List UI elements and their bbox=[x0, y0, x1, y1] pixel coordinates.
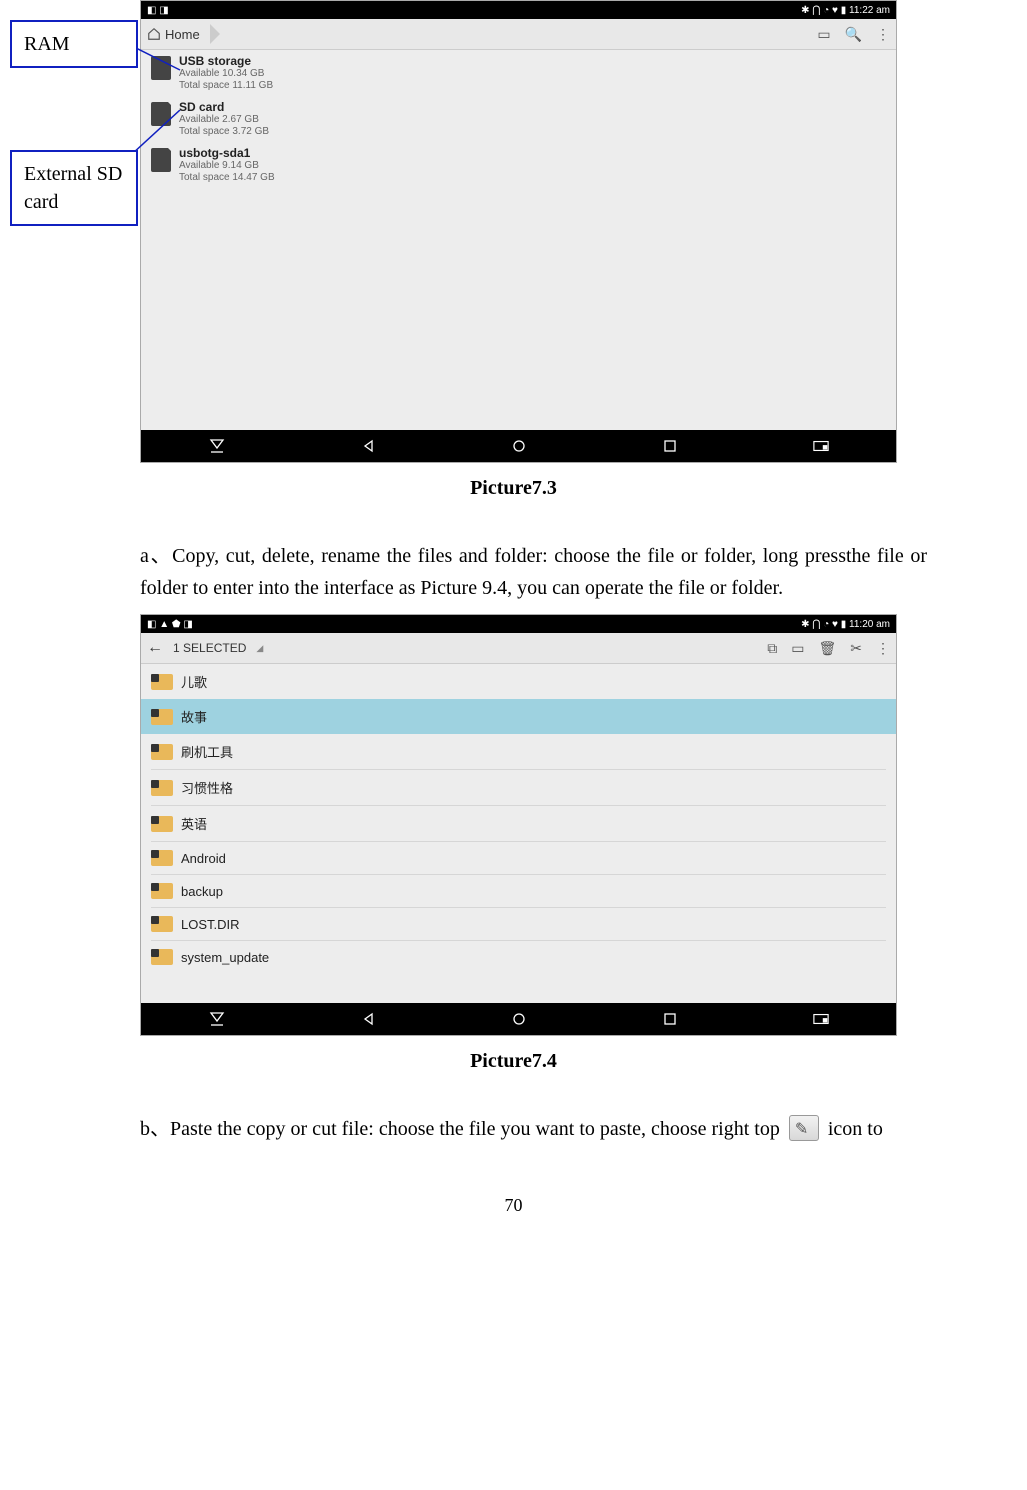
storage-list: USB storage Available 10.34 GB Total spa… bbox=[141, 50, 896, 430]
dropdown-icon[interactable]: ◢ bbox=[256, 643, 263, 654]
paragraph-a: a、Copy, cut, delete, rename the files an… bbox=[140, 540, 927, 604]
folder-icon bbox=[151, 709, 173, 725]
chevron-right-icon bbox=[204, 24, 220, 44]
folder-icon bbox=[151, 674, 173, 690]
search-icon[interactable]: 🔍 bbox=[845, 26, 862, 43]
copy-icon[interactable]: ⧉ bbox=[767, 640, 777, 657]
folder-row[interactable]: LOST.DIR bbox=[141, 908, 896, 940]
folder-row[interactable]: 儿歌 bbox=[141, 664, 896, 699]
figure-caption-1: Picture7.3 bbox=[0, 477, 1027, 500]
more-icon[interactable]: ⋮ bbox=[876, 640, 890, 657]
nav-screenshot-icon[interactable] bbox=[813, 1011, 829, 1027]
nav-collapse-icon[interactable] bbox=[209, 1011, 225, 1027]
layout-icon[interactable]: ▭ bbox=[817, 26, 830, 43]
storage-item-usbotg[interactable]: usbotg-sda1 Available 9.14 GB Total spac… bbox=[141, 142, 896, 188]
paragraph-b-pre: b、Paste the copy or cut file: choose the… bbox=[140, 1118, 785, 1140]
status-bar: ◧ ◨ ✱ ⋂ ◔ ♥ ▮ 11:22 am bbox=[141, 1, 896, 19]
folder-name: 英语 bbox=[181, 814, 207, 833]
folder-row[interactable]: 故事 bbox=[141, 699, 896, 734]
folder-name: Android bbox=[181, 851, 226, 866]
folder-row[interactable]: 英语 bbox=[141, 806, 896, 841]
nav-home-icon[interactable] bbox=[511, 438, 527, 454]
folder-icon bbox=[151, 916, 173, 932]
status-right: ✱ ⋂ ◔ ♥ ▮ 11:22 am bbox=[801, 5, 890, 16]
folder-name: 故事 bbox=[181, 707, 207, 726]
cut-icon[interactable]: ✂ bbox=[850, 640, 862, 657]
page-number: 70 bbox=[0, 1195, 1027, 1216]
folder-name: system_update bbox=[181, 950, 269, 965]
figure-caption-2: Picture7.4 bbox=[0, 1050, 1027, 1073]
folder-name: 习惯性格 bbox=[181, 778, 233, 797]
folder-list: 儿歌故事刷机工具习惯性格英语 Android backup LOST.DIR syste… bbox=[141, 664, 896, 1003]
storage-total: Total space 11.11 GB bbox=[179, 80, 273, 92]
status-right: ✱ ⋂ ◔ ♥ ▮ 11:20 am bbox=[801, 619, 890, 630]
folder-icon bbox=[151, 883, 173, 899]
more-icon[interactable]: ⋮ bbox=[876, 26, 890, 43]
folder-name: 刷机工具 bbox=[181, 742, 233, 761]
nav-collapse-icon[interactable] bbox=[209, 438, 225, 454]
storage-item-sdcard[interactable]: SD card Available 2.67 GB Total space 3.… bbox=[141, 96, 896, 142]
selection-bar: ← 1 SELECTED ◢ ⧉ ▭ 🗑 ✂ ⋮ bbox=[141, 633, 896, 664]
folder-row[interactable]: system_update bbox=[141, 941, 896, 973]
folder-row[interactable]: 刷机工具 bbox=[141, 734, 896, 769]
nav-bar bbox=[141, 430, 896, 462]
nav-recent-icon[interactable] bbox=[662, 438, 678, 454]
folder-name: backup bbox=[181, 884, 223, 899]
folder-name: 儿歌 bbox=[181, 672, 207, 691]
nav-back-icon[interactable] bbox=[360, 438, 376, 454]
folder-icon bbox=[151, 816, 173, 832]
edit-icon bbox=[789, 1115, 819, 1141]
nav-screenshot-icon[interactable] bbox=[813, 438, 829, 454]
folder-name: LOST.DIR bbox=[181, 917, 240, 932]
storage-item-usb[interactable]: USB storage Available 10.34 GB Total spa… bbox=[141, 50, 896, 96]
status-left: ◧ ▲ ⬟ ◨ bbox=[147, 619, 193, 630]
paragraph-b: b、Paste the copy or cut file: choose the… bbox=[140, 1113, 927, 1145]
folder-row[interactable]: backup bbox=[141, 875, 896, 907]
screenshot-folder-select: ◧ ▲ ⬟ ◨ ✱ ⋂ ◔ ♥ ▮ 11:20 am ← 1 SELECTED … bbox=[140, 614, 897, 1036]
folder-row[interactable]: Android bbox=[141, 842, 896, 874]
storage-total: Total space 14.47 GB bbox=[179, 172, 275, 184]
selected-count: 1 SELECTED bbox=[173, 641, 246, 655]
callout-ram: RAM bbox=[10, 20, 138, 68]
folder-icon bbox=[151, 949, 173, 965]
paragraph-b-post: icon to bbox=[828, 1118, 883, 1140]
app-bar: Home ▭ 🔍 ⋮ bbox=[141, 19, 896, 50]
nav-recent-icon[interactable] bbox=[662, 1011, 678, 1027]
status-left: ◧ ◨ bbox=[147, 5, 169, 16]
delete-icon[interactable]: 🗑 bbox=[818, 640, 836, 657]
nav-home-icon[interactable] bbox=[511, 1011, 527, 1027]
folder-icon bbox=[151, 780, 173, 796]
nav-bar bbox=[141, 1003, 896, 1035]
folder-icon bbox=[151, 744, 173, 760]
back-icon[interactable]: ← bbox=[147, 639, 163, 657]
status-bar: ◧ ▲ ⬟ ◨ ✱ ⋂ ◔ ♥ ▮ 11:20 am bbox=[141, 615, 896, 633]
callout-external-sd: External SD card bbox=[10, 150, 138, 226]
folder-row[interactable]: 习惯性格 bbox=[141, 770, 896, 805]
nav-back-icon[interactable] bbox=[360, 1011, 376, 1027]
screenshot-storage: ◧ ◨ ✱ ⋂ ◔ ♥ ▮ 11:22 am Home ▭ 🔍 ⋮ USB st… bbox=[140, 0, 897, 463]
folder-icon bbox=[151, 850, 173, 866]
paste-icon[interactable]: ▭ bbox=[791, 640, 804, 657]
